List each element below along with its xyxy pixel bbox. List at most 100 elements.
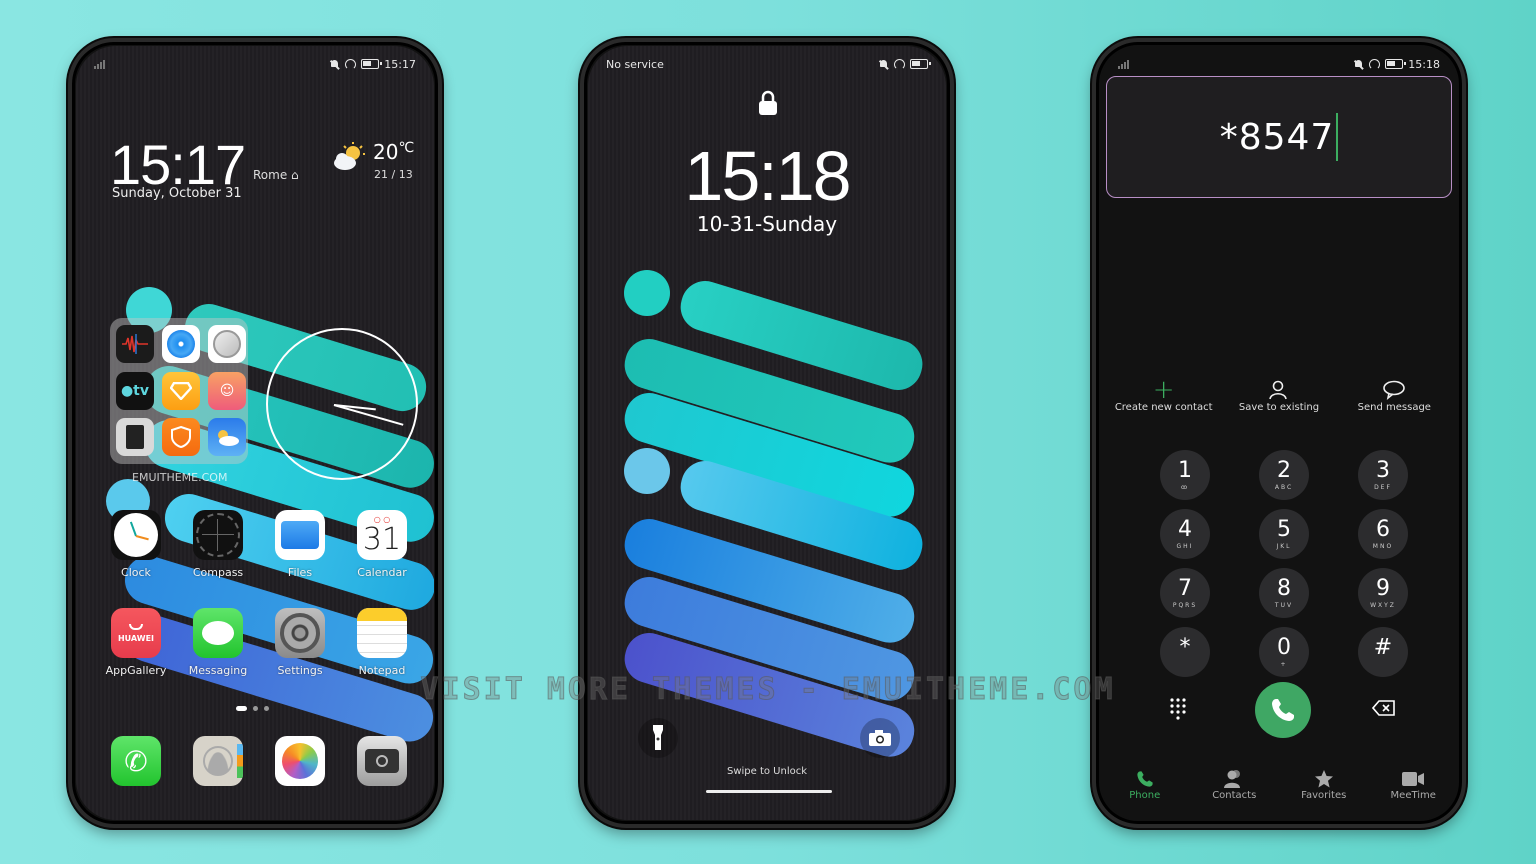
key-0[interactable]: 0 +	[1259, 627, 1309, 677]
app-settings[interactable]: Settings	[260, 608, 340, 677]
key-2[interactable]: 2 ABC	[1259, 450, 1309, 500]
home-icon: ⌂	[291, 168, 299, 182]
dialpad-toggle-icon[interactable]	[1170, 698, 1186, 720]
gear-icon	[275, 608, 325, 658]
page-dot[interactable]	[253, 706, 258, 711]
lock-date: 10-31-Sunday	[696, 212, 838, 236]
key-7[interactable]: 7 PQRS	[1160, 568, 1210, 618]
app-folder[interactable]: ●tv ☺	[110, 318, 248, 464]
key-9[interactable]: 9 WXYZ	[1358, 568, 1408, 618]
tab-favorites[interactable]: Favorites	[1284, 768, 1364, 801]
app-appgallery[interactable]: HUAWEI AppGallery	[96, 608, 176, 677]
tab-meetime[interactable]: MeeTime	[1373, 768, 1453, 801]
backspace-icon[interactable]	[1372, 700, 1396, 716]
camera-button[interactable]	[860, 718, 900, 758]
key-letters: +	[1280, 660, 1288, 668]
wallpaper-dot	[624, 448, 670, 494]
key-5[interactable]: 5 JKL	[1259, 509, 1309, 559]
key-digit: *	[1179, 634, 1191, 660]
tab-label: MeeTime	[1390, 790, 1436, 801]
analog-clock-widget[interactable]	[266, 328, 418, 480]
key-4[interactable]: 4 GHI	[1160, 509, 1210, 559]
dock-camera[interactable]	[342, 736, 422, 786]
key-1[interactable]: 1ꝏ	[1160, 450, 1210, 500]
app-messaging[interactable]: Messaging	[178, 608, 258, 677]
phone-icon	[1105, 768, 1185, 790]
key-digit: 4	[1178, 516, 1192, 542]
key-digit: 1	[1178, 457, 1192, 483]
battery-icon	[1385, 59, 1407, 69]
app-label: Notepad	[358, 664, 406, 677]
app-notepad[interactable]: Notepad	[342, 608, 422, 677]
action-label: Send message	[1357, 402, 1431, 413]
key-digit: 9	[1376, 575, 1390, 601]
mirror-icon[interactable]	[208, 325, 246, 363]
themes-icon[interactable]	[162, 371, 200, 410]
home-indicator[interactable]	[706, 790, 832, 793]
music-icon[interactable]	[162, 325, 200, 363]
action-label: Create new contact	[1114, 402, 1213, 413]
video-call-icon[interactable]: ☺	[208, 371, 246, 410]
app-compass[interactable]: Compass	[178, 510, 258, 579]
notepad-icon	[357, 608, 407, 658]
tab-label: Phone	[1129, 790, 1161, 801]
page-dot-active[interactable]	[236, 706, 247, 711]
status-bar: 15:17	[94, 56, 416, 72]
folder-icon	[275, 510, 325, 560]
key-letters: MNO	[1372, 542, 1394, 550]
contacts-icon	[193, 736, 243, 786]
key-digit: 6	[1376, 516, 1390, 542]
calendar-day: 31	[362, 522, 402, 557]
app-label: Messaging	[188, 664, 248, 677]
swipe-to-unlock[interactable]: Swipe to Unlock	[588, 766, 946, 777]
voicemail-icon: ꝏ	[1180, 483, 1190, 491]
key-star[interactable]: *	[1160, 627, 1210, 677]
city-label: Rome	[253, 168, 288, 182]
key-3[interactable]: 3 DEF	[1358, 450, 1408, 500]
weather-temp: 20℃	[373, 140, 414, 164]
create-new-contact-button[interactable]: + Create new contact	[1109, 375, 1219, 413]
dock-phone[interactable]: ✆	[96, 736, 176, 786]
weather-range: 21 / 13	[374, 168, 413, 181]
key-letters: PQRS	[1172, 601, 1198, 609]
speed-icon	[894, 58, 905, 70]
key-digit: 8	[1277, 575, 1291, 601]
speed-icon	[1369, 58, 1381, 70]
battery-icon	[361, 59, 383, 69]
key-6[interactable]: 6 MNO	[1358, 509, 1408, 559]
weather-app-icon[interactable]	[208, 418, 246, 457]
call-button[interactable]	[1255, 682, 1311, 738]
save-to-existing-button[interactable]: Save to existing	[1224, 378, 1334, 413]
dialer-phone: 15:18 *8547 + Create new contact Save to…	[1092, 38, 1466, 828]
partly-cloudy-icon[interactable]	[332, 142, 366, 172]
dial-number-field[interactable]: *8547	[1106, 76, 1452, 198]
app-calendar[interactable]: ○ ○ 31 Calendar	[342, 510, 422, 579]
calculator-icon[interactable]	[116, 418, 154, 457]
page-indicator[interactable]	[236, 706, 269, 711]
status-bar: No service	[606, 56, 931, 72]
chat-bubble-icon	[1339, 378, 1449, 402]
keypad: 1ꝏ 2 ABC 3 DEF 4 GHI 5 JKL 6 MNO 7 PQRS 8 TUV 9…	[1160, 450, 1408, 677]
flashlight-button[interactable]	[638, 718, 678, 758]
tab-label: Favorites	[1301, 790, 1347, 801]
dock-contacts[interactable]	[178, 736, 258, 786]
tab-label: Contacts	[1212, 790, 1257, 801]
voice-recorder-icon[interactable]	[116, 325, 154, 363]
clock-icon	[111, 510, 161, 560]
apple-tv-icon[interactable]: ●tv	[116, 371, 154, 410]
star-icon	[1284, 768, 1364, 790]
lock-icon	[759, 90, 777, 115]
key-8[interactable]: 8 TUV	[1259, 568, 1309, 618]
tab-contacts[interactable]: Contacts	[1194, 768, 1274, 801]
page-dot[interactable]	[264, 706, 269, 711]
send-message-button[interactable]: Send message	[1339, 378, 1449, 413]
key-hash[interactable]: #	[1358, 627, 1408, 677]
phone-icon	[1272, 699, 1294, 721]
app-clock[interactable]: Clock	[96, 510, 176, 579]
tab-phone[interactable]: Phone	[1105, 768, 1185, 801]
dial-actions: + Create new contact Save to existing Se…	[1100, 375, 1458, 413]
dock-photos[interactable]	[260, 736, 340, 786]
app-files[interactable]: Files	[260, 510, 340, 579]
compass-icon	[193, 510, 243, 560]
security-icon[interactable]	[162, 418, 200, 457]
